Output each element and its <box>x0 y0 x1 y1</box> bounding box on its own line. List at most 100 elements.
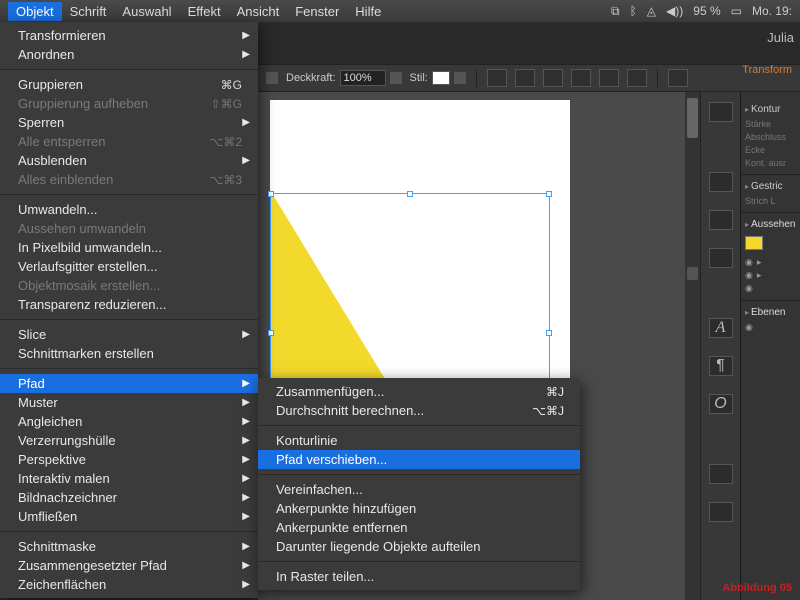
panel-kontur-header[interactable]: Kontur <box>745 104 796 115</box>
dock-icon-character[interactable]: A <box>709 318 733 338</box>
eye-icon[interactable]: ◉ <box>745 270 753 281</box>
menu-item-label: Verzerrungshülle <box>18 433 116 448</box>
objekt-menu-item[interactable]: Zeichenflächen ▶ <box>0 575 258 594</box>
pfad-submenu-item[interactable]: Durchschnitt berechnen...⌥⌘J <box>258 401 580 420</box>
volume-icon[interactable]: ◀)) <box>666 4 683 18</box>
align-icon-2[interactable] <box>515 69 535 87</box>
dock-icon-paragraph[interactable]: ¶ <box>709 356 733 376</box>
panel-tab-transform[interactable]: Transform <box>742 64 792 76</box>
scrollbar-button[interactable] <box>687 267 698 280</box>
objekt-menu-item[interactable]: Ausblenden▶ <box>0 151 258 170</box>
resize-handle[interactable] <box>268 330 274 336</box>
opacity-dropdown-icon[interactable] <box>390 72 402 84</box>
objekt-menu-item[interactable]: Angleichen▶ <box>0 412 258 431</box>
wifi-icon[interactable]: ◬ <box>647 4 656 18</box>
pfad-submenu-item[interactable]: In Raster teilen... <box>258 567 580 586</box>
panel-aussehen-header[interactable]: Aussehen <box>745 219 796 230</box>
battery-icon[interactable]: ▭ <box>731 4 742 18</box>
menu-hilfe[interactable]: Hilfe <box>347 2 389 21</box>
objekt-menu-item[interactable]: Gruppieren⌘G <box>0 75 258 94</box>
objekt-menu-item[interactable]: In Pixelbild umwandeln... <box>0 238 258 257</box>
layer-row[interactable]: ◉ <box>745 322 796 333</box>
align-icon-4[interactable] <box>571 69 591 87</box>
submenu-arrow-icon: ▶ <box>242 579 250 590</box>
objekt-menu-item[interactable]: Umfließen▶ <box>0 507 258 526</box>
eye-icon[interactable]: ◉ <box>745 283 753 294</box>
appearance-row[interactable]: ◉ <box>745 283 796 294</box>
menu-item-label: Darunter liegende Objekte aufteilen <box>276 539 481 554</box>
objekt-menu-item[interactable]: Zusammengesetzter Pfad▶ <box>0 556 258 575</box>
objekt-menu-item[interactable]: Umwandeln... <box>0 200 258 219</box>
panel-ebenen-header[interactable]: Ebenen <box>745 307 796 318</box>
vertical-scrollbar[interactable] <box>685 92 700 600</box>
menu-ansicht[interactable]: Ansicht <box>229 2 288 21</box>
transform-icon[interactable] <box>668 69 688 87</box>
align-icon-6[interactable] <box>627 69 647 87</box>
menu-item-label: Pfad verschieben... <box>276 452 387 467</box>
pfad-submenu-item[interactable]: Vereinfachen... <box>258 480 580 499</box>
dock-icon-symbols[interactable] <box>709 248 733 268</box>
menu-item-label: Schnittmaske <box>18 539 96 554</box>
submenu-arrow-icon: ▶ <box>242 541 250 552</box>
objekt-menu-item[interactable]: Interaktiv malen▶ <box>0 469 258 488</box>
objekt-menu-item[interactable]: Schnittmaske ▶ <box>0 537 258 556</box>
menu-auswahl[interactable]: Auswahl <box>114 2 179 21</box>
pfad-submenu-item[interactable]: Pfad verschieben... <box>258 450 580 469</box>
eye-icon[interactable]: ◉ <box>745 322 753 333</box>
menu-item-label: In Raster teilen... <box>276 569 374 584</box>
objekt-menu-item[interactable]: Perspektive▶ <box>0 450 258 469</box>
menu-item-label: Zeichenflächen <box>18 577 106 592</box>
menu-item-label: Gruppieren <box>18 77 83 92</box>
align-icon-1[interactable] <box>487 69 507 87</box>
objekt-menu-item[interactable]: Slice▶ <box>0 325 258 344</box>
resize-handle[interactable] <box>407 191 413 197</box>
dock-icon-brushes[interactable] <box>709 210 733 230</box>
dock-icon-opentype[interactable]: O <box>709 394 733 414</box>
scrollbar-thumb[interactable] <box>687 98 698 138</box>
resize-handle[interactable] <box>546 330 552 336</box>
align-icon-5[interactable] <box>599 69 619 87</box>
objekt-menu-item[interactable]: Bildnachzeichner▶ <box>0 488 258 507</box>
dock-icon-b[interactable] <box>709 502 733 522</box>
resize-handle[interactable] <box>546 191 552 197</box>
appearance-row[interactable]: ◉▸ <box>745 257 796 268</box>
panel-gestrichelt-header[interactable]: Gestric <box>745 181 796 192</box>
objekt-menu-item[interactable]: Pfad▶ <box>0 374 258 393</box>
menu-item-label: In Pixelbild umwandeln... <box>18 240 162 255</box>
menu-objekt[interactable]: Objekt <box>8 2 62 21</box>
bluetooth-icon[interactable]: ᛒ <box>630 4 637 18</box>
dock-icon-a[interactable] <box>709 464 733 484</box>
pfad-submenu-item[interactable]: Zusammenfügen...⌘J <box>258 382 580 401</box>
dropbox-icon[interactable]: ⧉ <box>611 4 620 19</box>
pfad-submenu-item[interactable]: Ankerpunkte entfernen <box>258 518 580 537</box>
menu-item-label: Objektmosaik erstellen... <box>18 278 160 293</box>
fill-swatch-yellow[interactable] <box>745 236 763 250</box>
objekt-menu-item[interactable]: Schnittmarken erstellen <box>0 344 258 363</box>
style-swatch[interactable] <box>432 71 450 85</box>
objekt-menu-item[interactable]: Verlaufsgitter erstellen... <box>0 257 258 276</box>
appearance-row[interactable]: ◉▸ <box>745 270 796 281</box>
pfad-submenu-item[interactable]: Darunter liegende Objekte aufteilen <box>258 537 580 556</box>
objekt-menu-item[interactable]: Verzerrungshülle▶ <box>0 431 258 450</box>
pfad-submenu-item[interactable]: Ankerpunkte hinzufügen <box>258 499 580 518</box>
resize-handle[interactable] <box>268 191 274 197</box>
dock-icon-grid[interactable] <box>709 102 733 122</box>
menu-schrift[interactable]: Schrift <box>62 2 115 21</box>
menu-item-label: Schnittmarken erstellen <box>18 346 154 361</box>
opacity-input[interactable] <box>340 70 386 86</box>
menu-effekt[interactable]: Effekt <box>180 2 229 21</box>
objekt-menu-item[interactable]: Transformieren▶ <box>0 26 258 45</box>
objekt-menu-item[interactable]: Sperren▶ <box>0 113 258 132</box>
eye-icon[interactable]: ◉ <box>745 257 753 268</box>
menu-fenster[interactable]: Fenster <box>287 2 347 21</box>
dock-icon-swatches[interactable] <box>709 172 733 192</box>
dropdown-icon[interactable] <box>266 72 278 84</box>
align-icon-3[interactable] <box>543 69 563 87</box>
objekt-menu-item[interactable]: Transparenz reduzieren... <box>0 295 258 314</box>
objekt-menu-item[interactable]: Muster▶ <box>0 393 258 412</box>
style-dropdown-icon[interactable] <box>454 72 466 84</box>
menu-separator <box>0 531 258 532</box>
pfad-submenu-item[interactable]: Konturlinie <box>258 431 580 450</box>
objekt-menu-item[interactable]: Anordnen▶ <box>0 45 258 64</box>
submenu-arrow-icon: ▶ <box>242 30 250 41</box>
